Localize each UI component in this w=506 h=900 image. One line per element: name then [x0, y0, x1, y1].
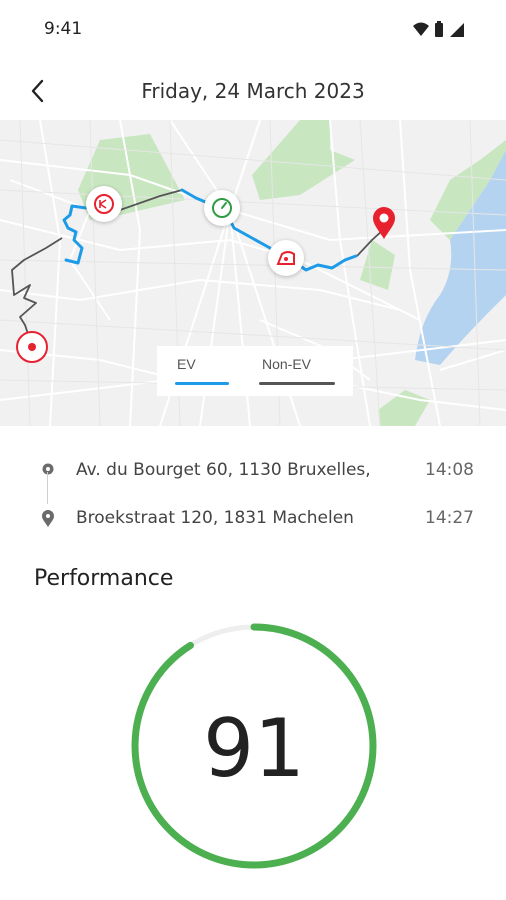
trip-details: Av. du Bourget 60, 1130 Bruxelles, 14:08…	[0, 440, 506, 540]
performance-title: Performance	[34, 566, 174, 591]
status-time: 9:41	[44, 19, 83, 39]
harsh-cornering-icon[interactable]	[268, 240, 304, 276]
trip-end-time: 14:27	[425, 508, 474, 528]
performance-gauge: 91	[124, 616, 384, 876]
page-title: Friday, 24 March 2023	[141, 79, 365, 103]
legend-non-ev-line	[259, 382, 335, 385]
end-pin-icon[interactable]	[371, 206, 397, 240]
trip-start-row: Av. du Bourget 60, 1130 Bruxelles, 14:08	[0, 450, 506, 490]
signal-icon	[450, 23, 464, 37]
trip-end-row: Broekstraat 120, 1831 Machelen 14:27	[0, 498, 506, 538]
harsh-braking-icon[interactable]	[86, 186, 122, 222]
status-icons	[412, 20, 472, 40]
trip-map[interactable]: EV Non-EV	[0, 120, 506, 426]
speed-ok-icon[interactable]	[204, 190, 240, 226]
legend-ev-line	[175, 382, 229, 385]
trip-end-address: Broekstraat 120, 1831 Machelen	[76, 508, 354, 528]
wifi-icon	[413, 22, 429, 36]
trip-start-time: 14:08	[425, 460, 474, 480]
start-location-icon	[42, 463, 54, 475]
legend-non-ev-label[interactable]: Non-EV	[262, 356, 311, 372]
trip-start-address: Av. du Bourget 60, 1130 Bruxelles,	[76, 460, 371, 480]
start-pin-icon[interactable]	[15, 330, 49, 364]
legend-ev-label[interactable]: EV	[177, 356, 196, 372]
header: Friday, 24 March 2023	[0, 60, 506, 120]
battery-icon	[435, 21, 443, 37]
map-legend: EV Non-EV	[157, 346, 353, 396]
status-bar: 9:41	[0, 0, 506, 60]
performance-score: 91	[203, 702, 305, 795]
end-location-pin-icon	[42, 510, 54, 527]
trip-connector-line	[47, 472, 48, 504]
